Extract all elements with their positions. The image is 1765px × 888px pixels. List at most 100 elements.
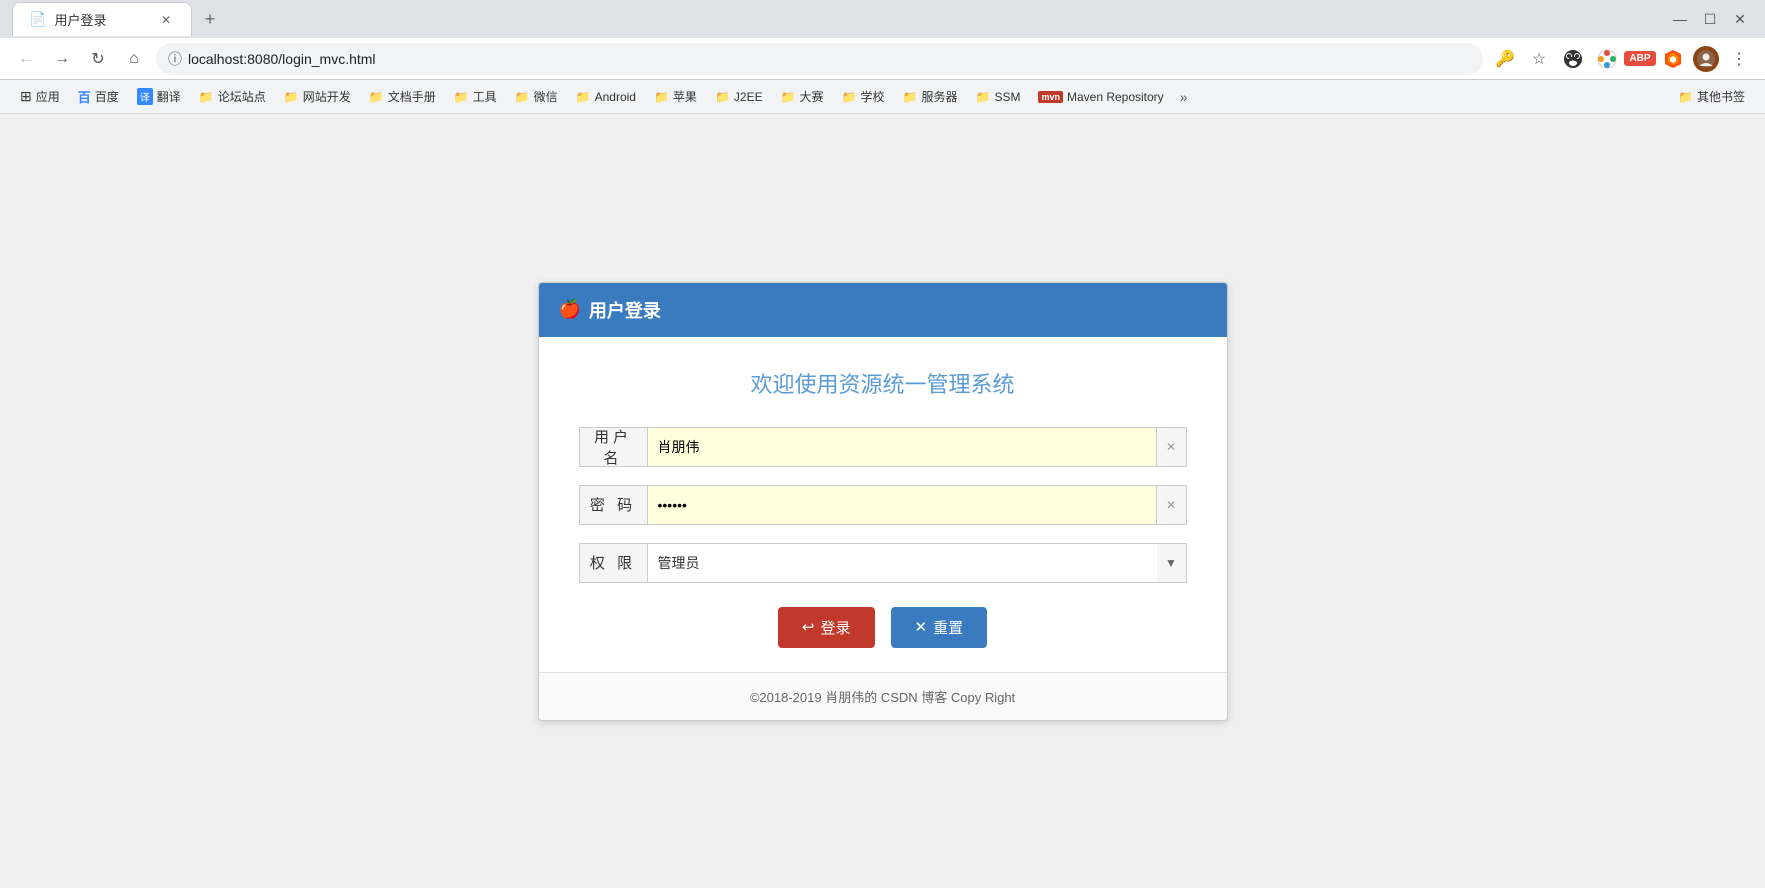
bookmark-label: 学校 bbox=[861, 88, 885, 105]
bookmark-label: Maven Repository bbox=[1067, 90, 1164, 104]
folder-icon: 📁 bbox=[199, 90, 214, 104]
bookmark-star-icon[interactable]: ☆ bbox=[1525, 45, 1553, 73]
bookmark-translate[interactable]: 译 翻译 bbox=[129, 84, 189, 109]
adblock-icon[interactable]: ABP bbox=[1627, 46, 1653, 72]
security-icon: ⓘ bbox=[168, 49, 182, 69]
bookmark-label: 服务器 bbox=[921, 88, 957, 105]
bookmark-apps[interactable]: ⊞ 应用 bbox=[12, 84, 68, 109]
folder-icon: 📁 bbox=[654, 90, 669, 104]
bookmark-ssm[interactable]: 📁 SSM bbox=[967, 86, 1028, 108]
minimize-button[interactable]: — bbox=[1667, 6, 1693, 32]
password-label: 密 码 bbox=[579, 485, 647, 525]
username-label: 用户名 bbox=[579, 427, 647, 467]
close-button[interactable]: ✕ bbox=[1727, 6, 1753, 32]
role-label: 权 限 bbox=[579, 543, 647, 583]
reset-button-label: 重置 bbox=[933, 617, 963, 638]
tab-favicon: 📄 bbox=[29, 11, 46, 28]
forward-button[interactable]: → bbox=[48, 45, 76, 73]
role-select[interactable]: 管理员 普通用户 访客 bbox=[647, 543, 1187, 583]
more-menu-button[interactable]: ⋮ bbox=[1725, 45, 1753, 73]
folder-icon: 📁 bbox=[454, 90, 469, 104]
bookmark-label: 工具 bbox=[473, 88, 497, 105]
tab-strip: 📄 用户登录 ✕ + bbox=[12, 2, 224, 36]
apps-icon: ⊞ bbox=[20, 88, 32, 105]
login-button[interactable]: ↩ 登录 bbox=[778, 607, 875, 648]
password-manager-icon[interactable]: 🔑 bbox=[1491, 45, 1519, 73]
button-row: ↩ 登录 ✕ 重置 bbox=[579, 607, 1187, 648]
folder-icon: 📁 bbox=[515, 90, 530, 104]
brave-extension-icon[interactable] bbox=[1659, 45, 1687, 73]
home-button[interactable]: ⌂ bbox=[120, 45, 148, 73]
folder-icon: 📁 bbox=[842, 90, 857, 104]
bookmark-forum[interactable]: 📁 论坛站点 bbox=[191, 84, 274, 109]
bookmark-label: Android bbox=[595, 90, 636, 104]
back-button[interactable]: ← bbox=[12, 45, 40, 73]
password-input[interactable] bbox=[647, 485, 1157, 525]
bookmark-label: 苹果 bbox=[673, 88, 697, 105]
login-button-label: 登录 bbox=[820, 617, 850, 638]
maven-icon: mvn bbox=[1038, 91, 1063, 103]
role-select-wrapper: 管理员 普通用户 访客 ▼ bbox=[647, 543, 1187, 583]
bookmark-j2ee[interactable]: 📁 J2EE bbox=[707, 86, 771, 108]
bookmark-maven[interactable]: mvn Maven Repository bbox=[1030, 86, 1171, 108]
folder-icon: 📁 bbox=[715, 90, 730, 104]
bookmark-label: 网站开发 bbox=[303, 88, 351, 105]
adblock-badge: ABP bbox=[1624, 51, 1655, 66]
bookmark-label: 应用 bbox=[36, 88, 60, 105]
folder-icon: 📁 bbox=[369, 90, 384, 104]
login-card: 🍎 用户登录 欢迎使用资源统一管理系统 用户名 ✕ 密 码 ✕ bbox=[538, 282, 1228, 721]
reset-button-icon: ✕ bbox=[915, 618, 928, 636]
tab-close-button[interactable]: ✕ bbox=[157, 11, 175, 29]
address-bar: ← → ↻ ⌂ ⓘ localhost:8080/login_mvc.html … bbox=[0, 38, 1765, 80]
url-text: localhost:8080/login_mvc.html bbox=[188, 51, 376, 67]
bookmark-apple[interactable]: 📁 苹果 bbox=[646, 84, 705, 109]
bookmark-android[interactable]: 📁 Android bbox=[568, 86, 644, 108]
maximize-button[interactable]: ☐ bbox=[1697, 6, 1723, 32]
username-clear-button[interactable]: ✕ bbox=[1157, 427, 1187, 467]
folder-icon: 📁 bbox=[903, 90, 918, 104]
panda-extension-icon[interactable] bbox=[1559, 45, 1587, 73]
username-row: 用户名 ✕ bbox=[579, 427, 1187, 467]
bookmark-label: J2EE bbox=[734, 90, 763, 104]
reload-button[interactable]: ↻ bbox=[84, 45, 112, 73]
colorful-extension-icon[interactable] bbox=[1593, 45, 1621, 73]
bookmark-tools[interactable]: 📁 工具 bbox=[446, 84, 505, 109]
translate-icon: 译 bbox=[137, 88, 153, 105]
active-tab[interactable]: 📄 用户登录 ✕ bbox=[12, 2, 192, 36]
folder-icon: 📁 bbox=[975, 90, 990, 104]
tab-title: 用户登录 bbox=[54, 10, 106, 29]
bookmark-label: 论坛站点 bbox=[218, 88, 266, 105]
browser-window: 📄 用户登录 ✕ + — ☐ ✕ ← → ↻ ⌂ ⓘ localhost:808… bbox=[0, 0, 1765, 888]
password-row: 密 码 ✕ bbox=[579, 485, 1187, 525]
more-bookmarks-button[interactable]: » bbox=[1174, 85, 1194, 109]
bookmark-docs[interactable]: 📁 文档手册 bbox=[361, 84, 444, 109]
folder-icon: 📁 bbox=[284, 90, 299, 104]
bookmarks-bar: ⊞ 应用 百 百度 译 翻译 📁 论坛站点 📁 网站开发 📁 文档手册 📁 工具… bbox=[0, 80, 1765, 114]
folder-icon: 📁 bbox=[1678, 90, 1693, 104]
login-header: 🍎 用户登录 bbox=[539, 283, 1227, 337]
bookmark-label: 百度 bbox=[95, 88, 119, 105]
folder-icon: 📁 bbox=[576, 90, 591, 104]
password-clear-button[interactable]: ✕ bbox=[1157, 485, 1187, 525]
bookmark-label: 微信 bbox=[534, 88, 558, 105]
bookmark-server[interactable]: 📁 服务器 bbox=[895, 84, 966, 109]
copyright-text: ©2018-2019 肖朋伟的 CSDN 博客 Copy Right bbox=[750, 690, 1015, 705]
login-footer: ©2018-2019 肖朋伟的 CSDN 博客 Copy Right bbox=[539, 672, 1227, 720]
bookmark-label: 大赛 bbox=[800, 88, 824, 105]
page-content: 🍎 用户登录 欢迎使用资源统一管理系统 用户名 ✕ 密 码 ✕ bbox=[0, 114, 1765, 888]
bookmark-school[interactable]: 📁 学校 bbox=[834, 84, 893, 109]
bookmark-wechat[interactable]: 📁 微信 bbox=[507, 84, 566, 109]
new-tab-button[interactable]: + bbox=[196, 5, 224, 33]
user-avatar[interactable] bbox=[1693, 46, 1719, 72]
bookmark-contest[interactable]: 📁 大赛 bbox=[773, 84, 832, 109]
url-bar[interactable]: ⓘ localhost:8080/login_mvc.html bbox=[156, 43, 1483, 75]
bookmark-label: 文档手册 bbox=[388, 88, 436, 105]
bookmark-webdev[interactable]: 📁 网站开发 bbox=[276, 84, 359, 109]
reset-button[interactable]: ✕ 重置 bbox=[891, 607, 988, 648]
toolbar-right: 🔑 ☆ bbox=[1491, 45, 1753, 73]
login-button-icon: ↩ bbox=[802, 618, 815, 636]
other-bookmarks-button[interactable]: 📁 其他书签 bbox=[1670, 84, 1753, 109]
bookmark-baidu[interactable]: 百 百度 bbox=[70, 83, 127, 110]
login-body: 欢迎使用资源统一管理系统 用户名 ✕ 密 码 ✕ 权 限 bbox=[539, 337, 1227, 648]
username-input[interactable] bbox=[647, 427, 1157, 467]
